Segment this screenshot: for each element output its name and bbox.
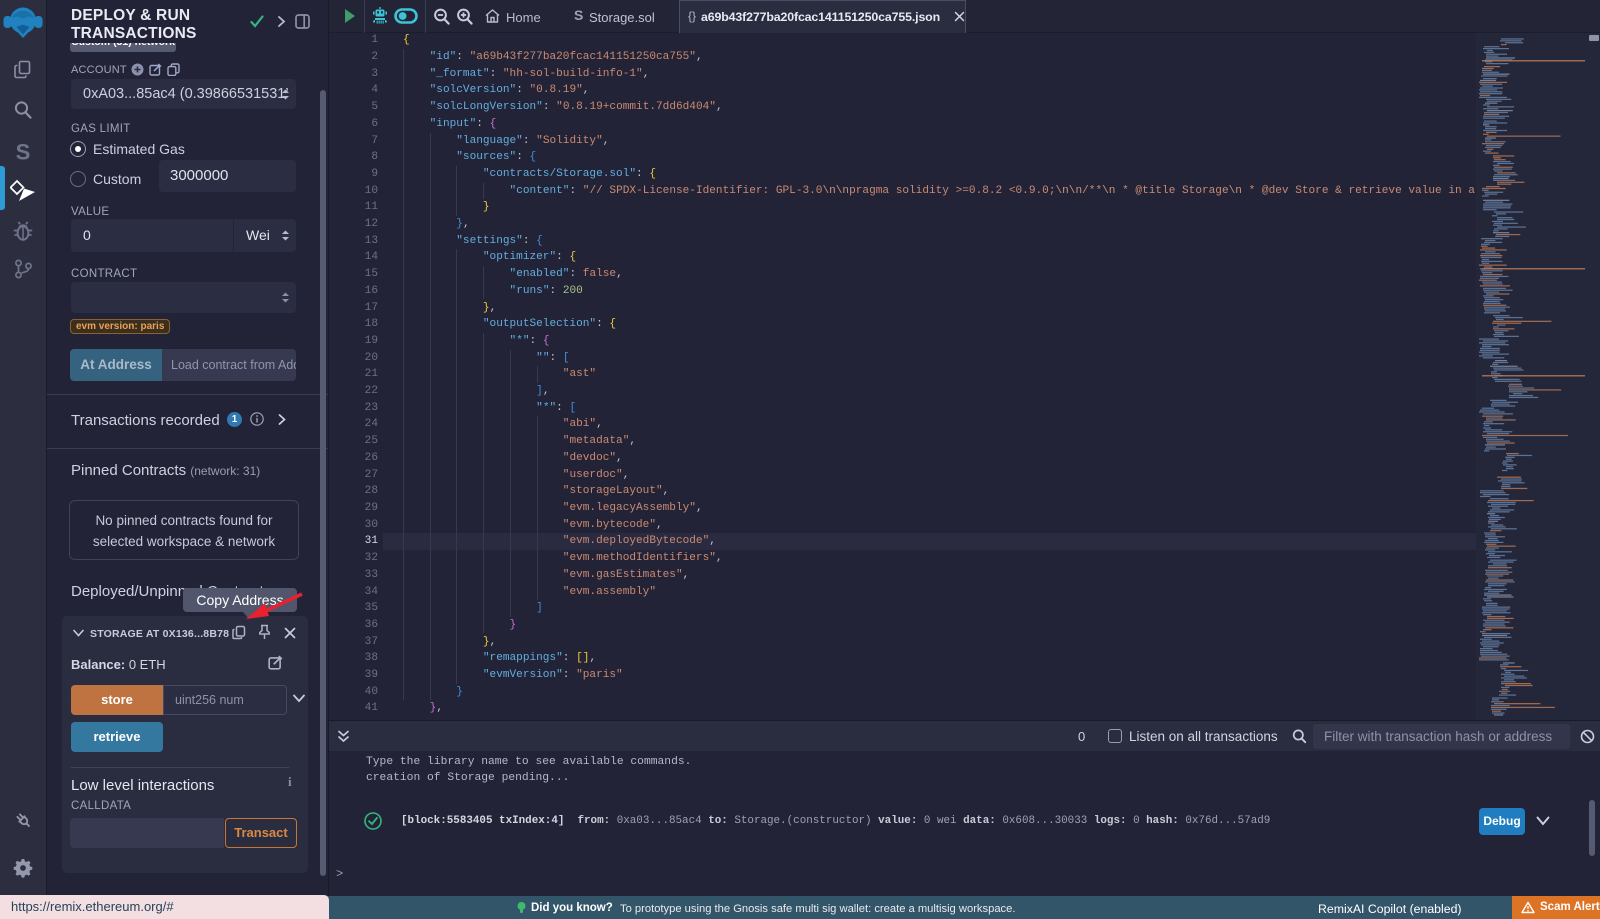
svg-text:S: S xyxy=(16,140,31,164)
